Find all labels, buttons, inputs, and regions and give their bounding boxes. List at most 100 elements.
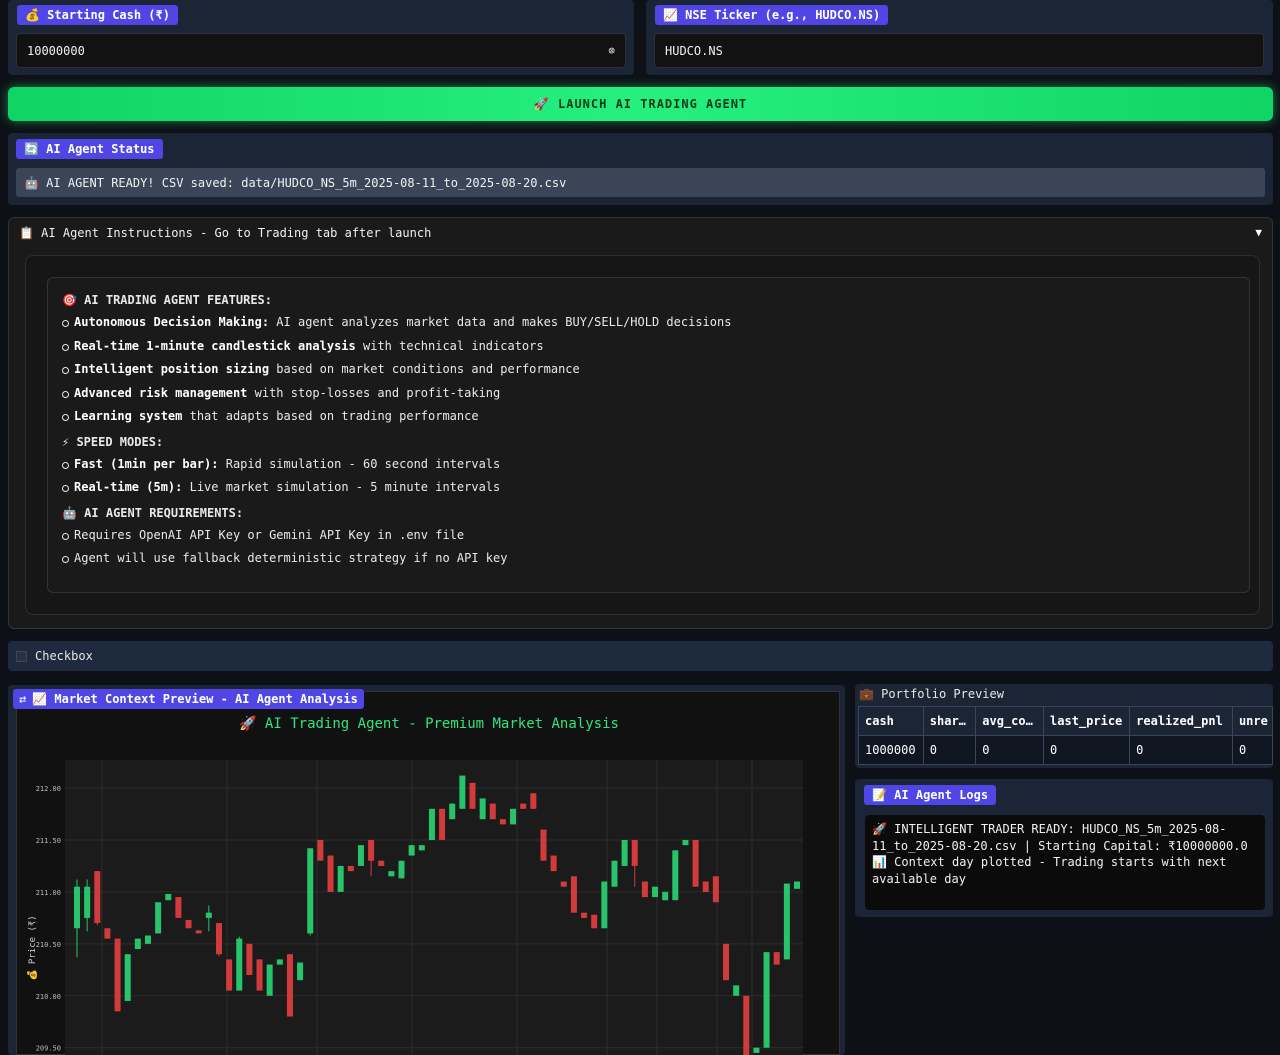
- feature-item: Advanced risk management with stop-losse…: [62, 382, 1235, 406]
- candle-body: [297, 962, 304, 981]
- portfolio-col-header[interactable]: realized_pnl: [1129, 706, 1233, 736]
- features-list: Autonomous Decision Making: AI agent ana…: [62, 311, 1235, 429]
- chart-container: 🚀 AI Trading Agent - Premium Market Anal…: [16, 691, 840, 1055]
- feature-item-text: AI agent analyzes market data and makes …: [269, 315, 732, 329]
- portfolio-cell: 0: [975, 735, 1045, 765]
- ticker-label: 📈 NSE Ticker (e.g., HUDCO.NS): [655, 5, 889, 25]
- ticker-panel: 📈 NSE Ticker (e.g., HUDCO.NS) HUDCO.NS: [646, 0, 1273, 75]
- requirements-heading: 🤖 AI AGENT REQUIREMENTS:: [62, 505, 244, 520]
- candle-body: [672, 850, 679, 901]
- portfolio-cell: 1000000: [858, 735, 924, 765]
- feature-item-bold: Learning system: [74, 409, 183, 423]
- candle-body: [134, 938, 141, 950]
- starting-cash-input[interactable]: 10000000 ⊗: [16, 33, 626, 68]
- speed-modes-list: Fast (1min per bar): Rapid simulation - …: [62, 453, 1235, 500]
- candle-body: [794, 881, 800, 889]
- agent-logs-panel: 📝 AI Agent Logs 🚀 INTELLIGENT TRADER REA…: [855, 779, 1273, 917]
- speed-mode-item-bold: Real-time (5m):: [74, 480, 183, 494]
- candle-body: [104, 928, 111, 939]
- feature-item-bold: Autonomous Decision Making:: [74, 315, 270, 329]
- checkbox-row[interactable]: Checkbox: [8, 641, 1273, 671]
- candle-body: [591, 914, 598, 929]
- portfolio-col-header[interactable]: cash: [858, 706, 924, 736]
- candle-body: [763, 952, 770, 1048]
- feature-item: Autonomous Decision Making: AI agent ana…: [62, 311, 1235, 335]
- candle-body: [286, 954, 293, 1017]
- ticker-input[interactable]: HUDCO.NS: [654, 33, 1264, 68]
- candle-body: [570, 876, 577, 913]
- candle-body: [256, 959, 263, 991]
- candle-body: [510, 808, 517, 825]
- y-tick-label: 211.00: [36, 889, 61, 897]
- candle-body: [94, 871, 101, 924]
- candle-body: [428, 808, 435, 840]
- starting-cash-value: 10000000: [27, 43, 85, 58]
- checkbox-input[interactable]: [16, 650, 27, 662]
- y-tick-label: 209.50: [36, 1045, 61, 1053]
- candle-body: [479, 798, 486, 820]
- candle-body: [550, 855, 557, 872]
- candle-body: [773, 952, 780, 965]
- market-preview-label: ⇄ 📈 Market Context Preview - AI Agent Ana…: [13, 689, 364, 709]
- portfolio-col-header[interactable]: last_price: [1043, 706, 1131, 736]
- candle-body: [368, 839, 375, 861]
- candle-body: [246, 943, 253, 975]
- candle-body: [418, 845, 425, 851]
- requirement-item-text: Agent will use fallback deterministic st…: [74, 551, 508, 565]
- portfolio-col-header[interactable]: shar…: [922, 706, 977, 736]
- candle-body: [408, 845, 415, 856]
- candle-body: [712, 876, 719, 903]
- candle-body: [327, 855, 334, 892]
- y-tick-label: 210.50: [36, 941, 61, 949]
- agent-status-label: 🔄 AI Agent Status: [16, 139, 163, 159]
- portfolio-col-header[interactable]: unre: [1231, 706, 1273, 736]
- candle-body: [144, 935, 151, 944]
- y-tick-label: 210.00: [36, 993, 61, 1001]
- feature-item-text: with technical indicators: [355, 338, 544, 353]
- instructions-accordion: 📋 AI Agent Instructions - Go to Trading …: [8, 217, 1273, 629]
- candle-body: [124, 954, 131, 1001]
- portfolio-panel: 💼 Portfolio Preview cash shar… avg_co… last…: [855, 684, 1273, 768]
- candle-body: [175, 897, 182, 918]
- y-tick-label: 211.50: [36, 837, 61, 845]
- agent-logs-output[interactable]: 🚀 INTELLIGENT TRADER READY: HUDCO_NS_5m_…: [865, 815, 1265, 910]
- speed-mode-item-bold: Fast (1min per bar):: [74, 456, 219, 471]
- checkbox-label: Checkbox: [35, 649, 93, 663]
- requirement-item: Agent will use fallback deterministic st…: [62, 547, 1235, 571]
- portfolio-cell: 0: [922, 735, 977, 765]
- y-tick-label: 212.00: [36, 785, 61, 793]
- requirement-item-text: Requires OpenAI API Key or Gemini API Ke…: [74, 527, 465, 542]
- candle-body: [702, 881, 709, 892]
- instructions-header[interactable]: 📋 AI Agent Instructions - Go to Trading …: [19, 226, 431, 240]
- feature-item-text: that adapts based on trading performance: [182, 409, 479, 423]
- launch-agent-button[interactable]: 🚀 LAUNCH AI TRADING AGENT: [8, 87, 1273, 121]
- candle-body: [226, 959, 233, 991]
- candle-body: [641, 881, 648, 898]
- candle-body: [215, 923, 222, 955]
- instructions-card: 🎯 AI TRADING AGENT FEATURES: Autonomous …: [47, 277, 1250, 593]
- candle-body: [601, 881, 608, 929]
- clear-input-icon[interactable]: ⊗: [608, 44, 615, 57]
- requirement-item: Requires OpenAI API Key or Gemini API Ke…: [62, 524, 1235, 548]
- portfolio-table: cash shar… avg_co… last_price realized_pnl un…: [858, 706, 1273, 765]
- agent-status-text: 🤖 AI AGENT READY! CSV saved: data/HUDCO_…: [16, 168, 1265, 197]
- instructions-body: 🎯 AI TRADING AGENT FEATURES: Autonomous …: [25, 255, 1260, 615]
- chevron-down-icon[interactable]: ▼: [1255, 226, 1262, 239]
- candle-body: [266, 964, 273, 996]
- candle-body: [783, 883, 790, 960]
- portfolio-cell: 0: [1129, 735, 1233, 765]
- market-preview-panel: 🚀 AI Trading Agent - Premium Market Anal…: [8, 685, 845, 1055]
- y-axis-label: 💰 Price (₹): [26, 915, 38, 980]
- candle-body: [74, 886, 80, 929]
- candle-body: [357, 845, 364, 866]
- candle-body: [621, 839, 628, 866]
- candle-body: [388, 871, 395, 877]
- feature-item: Intelligent position sizing based on mar…: [62, 358, 1235, 382]
- candlestick-chart: 🚀 AI Trading Agent - Premium Market Anal…: [26, 715, 803, 1055]
- portfolio-title: 💼 Portfolio Preview: [859, 687, 1004, 701]
- portfolio-col-header[interactable]: avg_co…: [975, 706, 1045, 736]
- candle-body: [84, 886, 91, 918]
- candle-body: [307, 848, 314, 934]
- candle-body: [723, 943, 730, 981]
- speed-modes-heading: ⚡ SPEED MODES:: [62, 434, 164, 449]
